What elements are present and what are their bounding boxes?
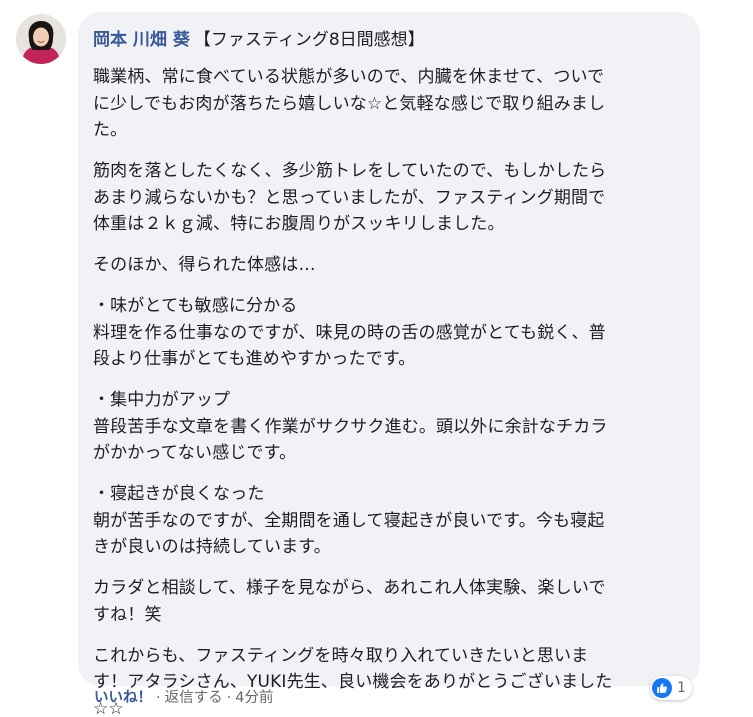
comment-body: 職業柄、常に食べている状態が多いので、内臓を休ませて、ついで に少しでもお肉が落… xyxy=(93,64,684,717)
comment-title: 【ファスティング8日間感想】 xyxy=(193,30,425,50)
thumbs-up-icon xyxy=(652,678,672,698)
like-button[interactable]: いいね！ xyxy=(94,690,152,706)
comment-header: 岡本 川畑 葵【ファスティング8日間感想】 xyxy=(93,26,684,54)
comment-paragraph: ・寝起きが良くなった 朝が苦手なのですが、全期間を通して寝起きが良いです。今も寝… xyxy=(93,484,605,557)
comment-paragraph: ・味がとても敏感に分かる 料理を作る仕事なのですが、味見の時の舌の感覚がとても鋭… xyxy=(93,296,606,369)
separator-dot: · xyxy=(156,690,161,706)
avatar[interactable] xyxy=(16,14,66,64)
separator-dot: · xyxy=(226,690,232,706)
reaction-summary[interactable]: 1 xyxy=(650,676,692,700)
comment-paragraph: ・集中力がアップ 普段苦手な文章を書く作業がサクサク進む。頭以外に余計なチカラ … xyxy=(93,390,608,463)
reply-button[interactable]: 返信する xyxy=(165,690,223,706)
comment-paragraph: そのほか、得られた体感は… xyxy=(93,255,316,275)
comment-author-name[interactable]: 岡本 川畑 葵 xyxy=(93,30,190,50)
comment-actions: いいね！ · 返信する · 4分前 xyxy=(94,687,273,709)
comment-paragraph: 職業柄、常に食べている状態が多いので、内臓を休ませて、ついで に少しでもお肉が落… xyxy=(93,67,606,140)
comment-timestamp[interactable]: 4分前 xyxy=(235,690,273,706)
reaction-count: 1 xyxy=(677,680,686,696)
comment-bubble: 岡本 川畑 葵【ファスティング8日間感想】 職業柄、常に食べている状態が多いので… xyxy=(78,12,700,717)
comment-paragraph: 筋肉を落としたくなく、多少筋トレをしていたので、もしかしたら あまり減らないかも… xyxy=(93,161,607,234)
comment-paragraph: カラダと相談して、様子を見ながら、あれこれ人体実験、楽しいで すね！笑 xyxy=(93,578,606,625)
profile-photo xyxy=(16,14,66,64)
